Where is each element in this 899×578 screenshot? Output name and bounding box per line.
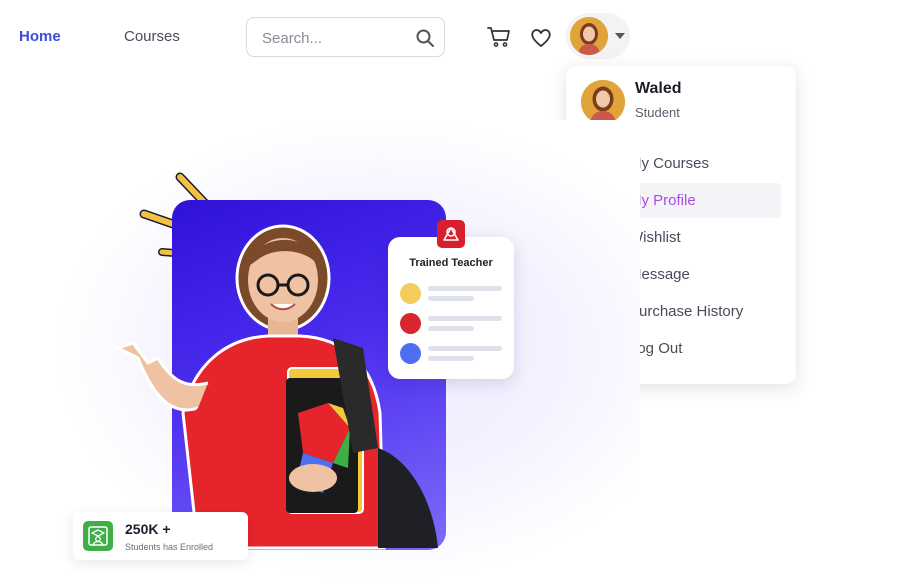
nav-home-link[interactable]: Home <box>19 28 61 45</box>
user-name: Waled <box>635 80 682 97</box>
graduate-icon <box>83 521 113 551</box>
list-dot <box>400 283 421 304</box>
chevron-down-icon <box>615 33 625 39</box>
nav-courses-link[interactable]: Courses <box>124 28 180 45</box>
placeholder-line <box>428 356 474 361</box>
enrolled-count: 250K + <box>125 521 171 537</box>
list-dot <box>400 343 421 364</box>
trained-teacher-title: Trained Teacher <box>409 257 493 269</box>
enrolled-stats-card: 250K + Students has Enrolled <box>73 512 248 560</box>
enrolled-label: Students has Enrolled <box>125 542 214 552</box>
avatar <box>570 17 608 55</box>
user-role: Student <box>635 105 680 120</box>
teacher-badge-icon <box>437 220 465 248</box>
search-input[interactable] <box>262 27 407 49</box>
list-dot <box>400 313 421 334</box>
placeholder-line <box>428 296 474 301</box>
placeholder-line <box>428 346 502 351</box>
placeholder-line <box>428 286 502 291</box>
placeholder-line <box>428 326 474 331</box>
trained-teacher-card: Trained Teacher <box>388 220 514 379</box>
profile-menu-toggle[interactable] <box>566 13 630 59</box>
avatar <box>581 80 625 124</box>
cart-icon[interactable] <box>486 24 512 50</box>
menu-item-label: My Courses <box>629 155 710 172</box>
search-box <box>246 17 445 57</box>
heart-icon[interactable] <box>528 25 554 51</box>
search-icon[interactable] <box>415 28 435 48</box>
placeholder-line <box>428 316 502 321</box>
menu-item-label: Purchase History <box>629 303 744 320</box>
